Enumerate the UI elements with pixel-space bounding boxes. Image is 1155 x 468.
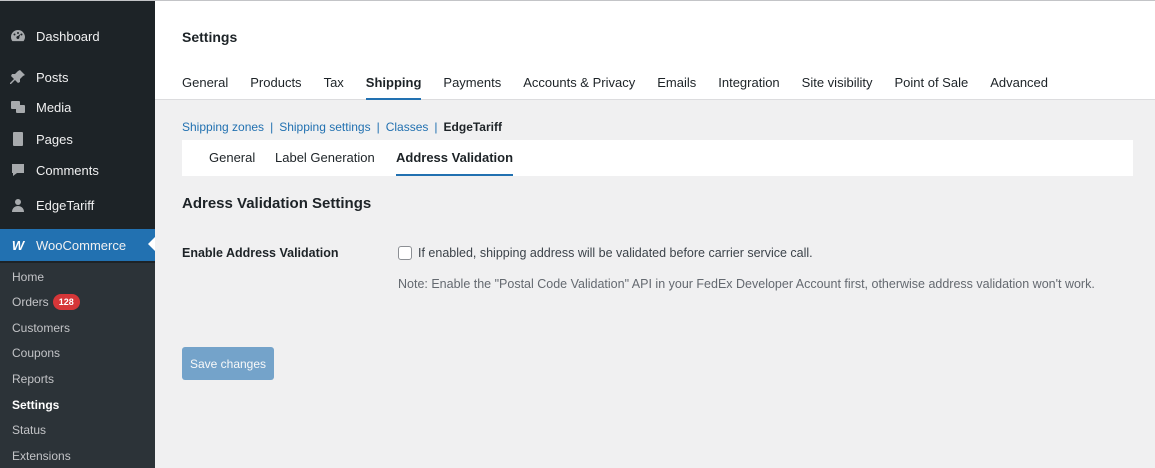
checkbox-description: If enabled, shipping address will be val… (418, 246, 813, 260)
sidebar-item-posts[interactable]: Posts (0, 62, 155, 92)
sublink-classes[interactable]: Classes (386, 120, 429, 134)
sidebar-item-label: Pages (36, 131, 73, 147)
woocommerce-icon: W (11, 237, 25, 253)
woocommerce-submenu: Home Orders 128 Customers Coupons Reports… (0, 263, 155, 468)
submenu-label: Coupons (12, 346, 61, 360)
shipping-sublinks: Shipping zones | Shipping settings | Cla… (182, 120, 502, 134)
tab-shipping[interactable]: Shipping (365, 75, 421, 100)
sublink-edgetariff[interactable]: EdgeTariff (444, 120, 502, 134)
tab-point-of-sale[interactable]: Point of Sale (894, 75, 968, 100)
sublink-separator: | (270, 120, 274, 134)
orders-count-badge: 128 (52, 294, 80, 310)
enable-address-validation-label: Enable Address Validation (182, 246, 339, 260)
tab-integration[interactable]: Integration (718, 75, 779, 100)
sublink-shipping-zones[interactable]: Shipping zones (182, 120, 264, 134)
submenu-label: Reports (12, 372, 55, 386)
submenu-item-customers[interactable]: Customers (12, 318, 70, 338)
sidebar-item-woocommerce[interactable]: W WooCommerce (0, 229, 155, 261)
subtab-address-validation[interactable]: Address Validation (396, 150, 514, 176)
submenu-label: Status (12, 423, 47, 437)
edgetariff-subtabs: General Label Generation Address Validat… (182, 140, 1133, 176)
enable-address-validation-checkbox[interactable] (398, 246, 412, 260)
submenu-item-settings[interactable]: Settings (12, 395, 59, 415)
subtab-label-generation[interactable]: Label Generation (275, 150, 375, 165)
sidebar-item-comments[interactable]: Comments (0, 155, 155, 185)
settings-header: Settings General Products Tax Shipping P… (155, 1, 1155, 100)
tab-accounts-privacy[interactable]: Accounts & Privacy (523, 75, 635, 100)
dashboard-icon (10, 28, 26, 44)
settings-content: Shipping zones | Shipping settings | Cla… (155, 100, 1155, 468)
submenu-label: Settings (12, 398, 60, 412)
tab-site-visibility[interactable]: Site visibility (802, 75, 873, 100)
sidebar-item-label: Dashboard (36, 28, 100, 44)
sidebar-item-media[interactable]: Media (0, 92, 155, 122)
sidebar-item-dashboard[interactable]: Dashboard (0, 21, 155, 51)
tab-tax[interactable]: Tax (324, 75, 344, 100)
comment-icon (10, 162, 26, 178)
sidebar-item-label: Posts (36, 69, 69, 85)
tab-products[interactable]: Products (250, 75, 301, 100)
sidebar-item-label: Media (36, 99, 72, 115)
sidebar-item-label: EdgeTariff (36, 197, 95, 213)
pin-icon (10, 69, 26, 85)
submenu-label: Extensions (12, 449, 71, 463)
tab-emails[interactable]: Emails (657, 75, 696, 100)
submenu-item-orders[interactable]: Orders 128 (12, 292, 80, 312)
settings-tabs: General Products Tax Shipping Payments A… (182, 75, 1070, 100)
save-changes-button[interactable]: Save changes (182, 347, 274, 380)
submenu-label: Customers (12, 321, 71, 335)
sidebar-item-pages[interactable]: Pages (0, 124, 155, 154)
sublink-separator: | (434, 120, 438, 134)
sidebar-item-label: Comments (36, 162, 99, 178)
sublink-shipping-settings[interactable]: Shipping settings (279, 120, 370, 134)
page-title: Settings (182, 29, 238, 45)
submenu-item-coupons[interactable]: Coupons (12, 343, 60, 363)
submenu-item-reports[interactable]: Reports (12, 369, 54, 389)
sidebar-item-label: WooCommerce (36, 237, 127, 253)
tab-payments[interactable]: Payments (443, 75, 501, 100)
pages-icon (10, 131, 26, 147)
media-icon (10, 99, 26, 115)
submenu-label: Orders (12, 295, 49, 309)
section-title: Adress Validation Settings (182, 195, 372, 212)
subtab-general[interactable]: General (209, 150, 255, 165)
tab-advanced[interactable]: Advanced (990, 75, 1048, 100)
sidebar-item-edgetariff[interactable]: EdgeTariff (0, 190, 155, 220)
sublink-separator: | (376, 120, 380, 134)
submenu-item-extensions[interactable]: Extensions (12, 446, 71, 466)
app-frame: Dashboard Posts Media Pages Comments Edg… (0, 0, 1155, 468)
user-icon (10, 197, 26, 213)
submenu-item-status[interactable]: Status (12, 420, 46, 440)
tab-general[interactable]: General (182, 75, 228, 100)
submenu-item-home[interactable]: Home (12, 267, 44, 287)
validation-note: Note: Enable the "Postal Code Validation… (398, 277, 1095, 291)
admin-sidebar: Dashboard Posts Media Pages Comments Edg… (0, 1, 155, 468)
submenu-label: Home (12, 270, 45, 284)
